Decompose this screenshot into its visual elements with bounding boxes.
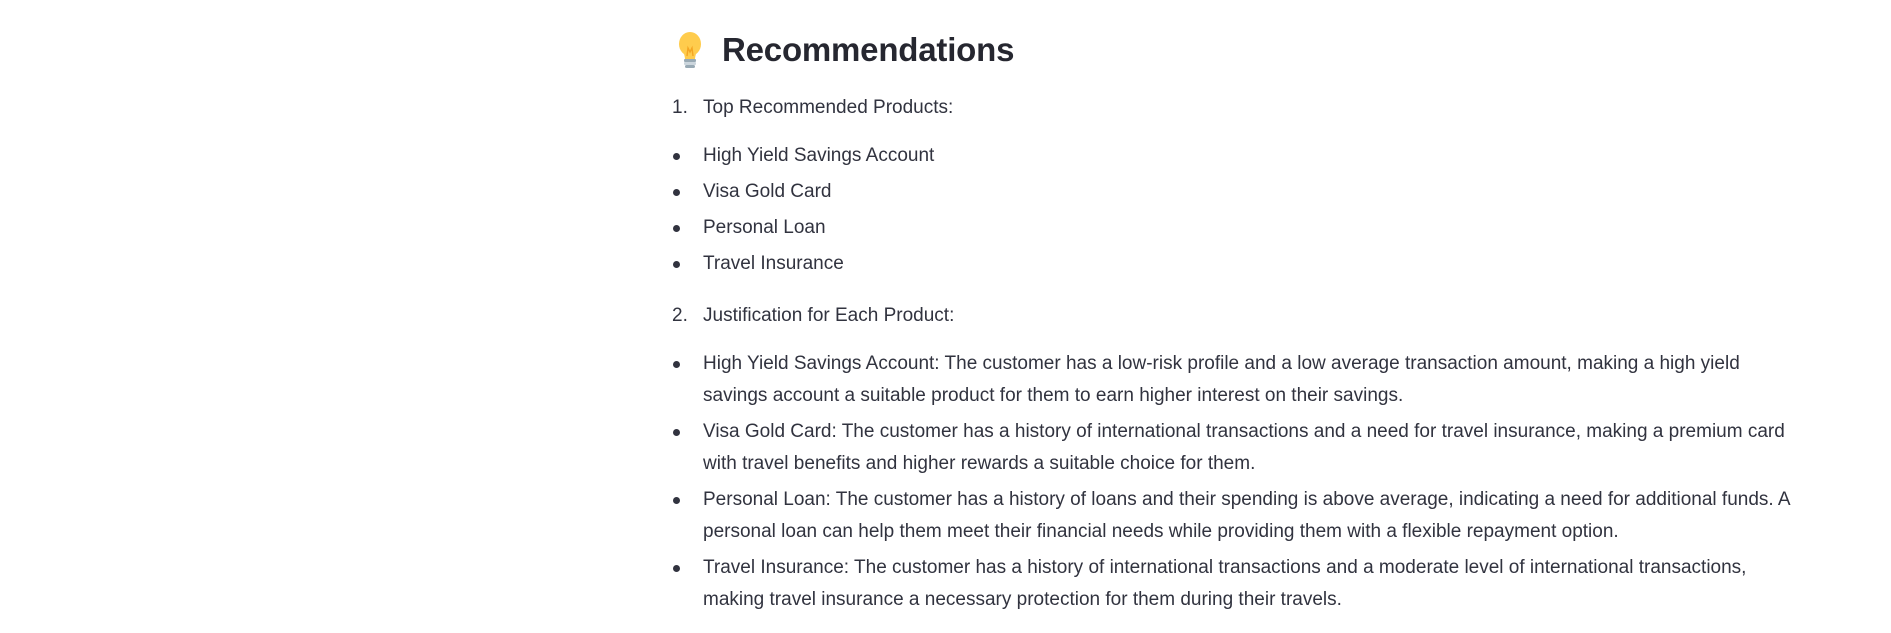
- list-item-text: Visa Gold Card: The customer has a histo…: [703, 421, 1785, 474]
- list-item: Personal Loan: The customer has a histor…: [672, 484, 1802, 548]
- page-title: Recommendations: [722, 31, 1015, 68]
- numbered-item-justification: 2. Justification for Each Product:: [672, 300, 1802, 332]
- list-item: Visa Gold Card: The customer has a histo…: [672, 416, 1802, 480]
- list-item: High Yield Savings Account: [672, 140, 1802, 172]
- numbered-item-label: Justification for Each Product:: [703, 305, 955, 326]
- bullet-icon: [673, 189, 680, 196]
- product-list: High Yield Savings Account Visa Gold Car…: [672, 140, 1802, 280]
- list-item-text: Personal Loan: The customer has a histor…: [703, 489, 1790, 542]
- list-item-text: High Yield Savings Account: [703, 145, 935, 166]
- bullet-icon: [673, 153, 680, 160]
- list-item: Personal Loan: [672, 212, 1802, 244]
- list-item: Visa Gold Card: [672, 176, 1802, 208]
- bullet-icon: [673, 565, 680, 572]
- list-number: 1.: [672, 97, 688, 118]
- list-item-text: Personal Loan: [703, 217, 826, 238]
- section-heading: Recommendations: [672, 25, 1802, 75]
- list-item: Travel Insurance: [672, 248, 1802, 280]
- bullet-icon: [673, 361, 680, 368]
- numbered-item-label: Top Recommended Products:: [703, 97, 954, 118]
- numbered-item-top-products: 1. Top Recommended Products:: [672, 92, 1802, 124]
- list-item-text: Travel Insurance: The customer has a his…: [703, 557, 1747, 610]
- list-number: 2.: [672, 305, 688, 326]
- bullet-icon: [673, 497, 680, 504]
- bullet-icon: [673, 261, 680, 268]
- list-item-text: Travel Insurance: [703, 253, 844, 274]
- justification-list: High Yield Savings Account: The customer…: [672, 348, 1802, 616]
- list-item: High Yield Savings Account: The customer…: [672, 348, 1802, 412]
- recommendations-section: Recommendations 1. Top Recommended Produ…: [672, 0, 1802, 620]
- lightbulb-icon: [672, 30, 708, 70]
- list-item-text: Visa Gold Card: [703, 181, 832, 202]
- list-item-text: High Yield Savings Account: The customer…: [703, 353, 1740, 406]
- list-item: Travel Insurance: The customer has a his…: [672, 552, 1802, 616]
- bullet-icon: [673, 225, 680, 232]
- bullet-icon: [673, 429, 680, 436]
